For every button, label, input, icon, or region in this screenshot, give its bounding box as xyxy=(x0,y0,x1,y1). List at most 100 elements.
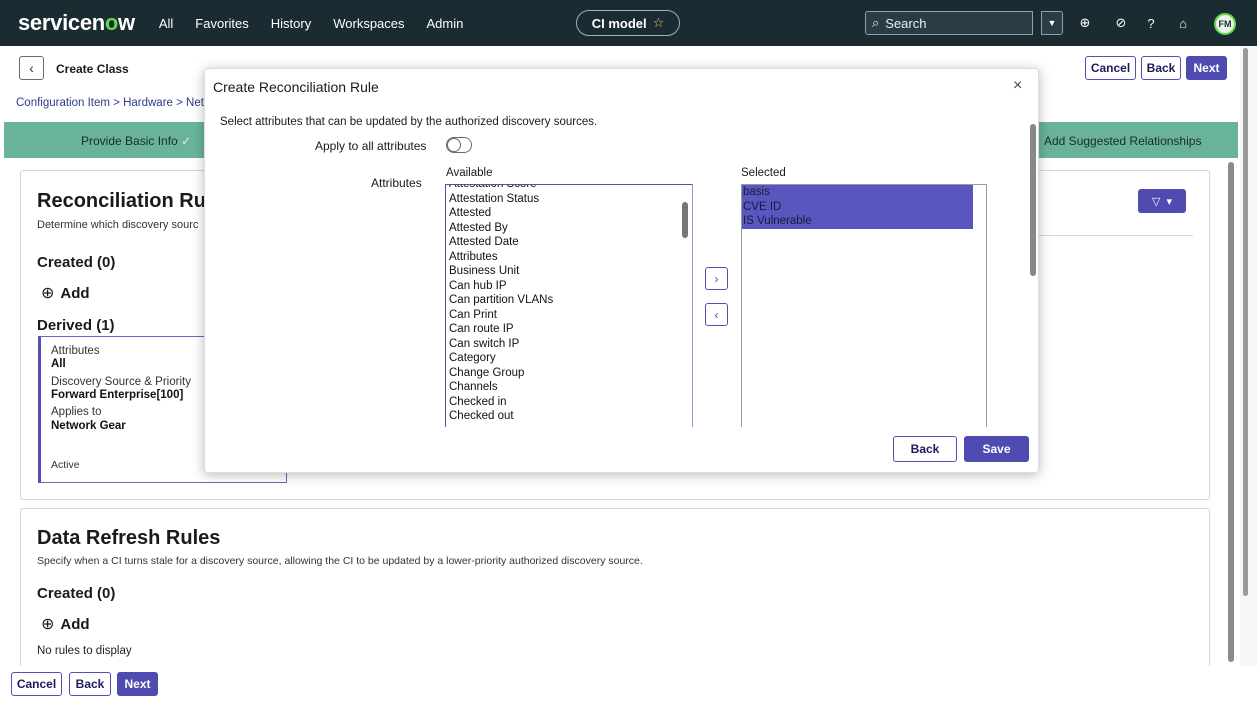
move-left-button[interactable]: ‹ xyxy=(705,303,728,326)
add-data-refresh-button[interactable]: ⊕ Add xyxy=(41,614,90,634)
breadcrumb[interactable]: Configuration Item > Hardware > Net xyxy=(16,97,204,109)
servicenow-logo[interactable]: servicenow xyxy=(18,10,135,36)
rule-attributes-label: Attributes xyxy=(51,345,100,357)
back-button[interactable]: Back xyxy=(1141,56,1181,80)
content-scrollbar[interactable] xyxy=(1228,162,1234,662)
cancel-button[interactable]: Cancel xyxy=(1085,56,1136,80)
add-reconciliation-button[interactable]: ⊕ Add xyxy=(41,283,90,303)
filter-button[interactable]: ▽ ▾ xyxy=(1138,189,1186,213)
available-item[interactable]: Can hub IP xyxy=(449,279,553,294)
nav-all[interactable]: All xyxy=(159,16,173,31)
selected-item[interactable]: CVE ID xyxy=(742,199,973,214)
chevron-left-icon: ‹ xyxy=(29,60,34,76)
add-circle-icon: ⊕ xyxy=(41,616,55,633)
selected-list[interactable]: basis CVE ID IS Vulnerable xyxy=(741,184,987,429)
footer-next-button[interactable]: Next xyxy=(117,672,158,696)
available-item[interactable]: Attested Date xyxy=(449,235,553,250)
nav-workspaces[interactable]: Workspaces xyxy=(333,16,404,31)
dialog-instruction: Select attributes that can be updated by… xyxy=(220,116,598,128)
back-arrow-button[interactable]: ‹ xyxy=(19,56,44,80)
search-placeholder: Search xyxy=(885,15,927,31)
available-item[interactable]: Category xyxy=(449,351,553,366)
nav-favorites[interactable]: Favorites xyxy=(195,16,248,31)
available-item[interactable]: Can switch IP xyxy=(449,337,553,352)
chevron-left-icon: ‹ xyxy=(714,307,719,322)
nav-history[interactable]: History xyxy=(271,16,311,31)
step-label: Provide Basic Info xyxy=(81,134,178,148)
rule-attributes-value: All xyxy=(51,358,66,370)
star-icon[interactable]: ☆ xyxy=(653,15,665,31)
footer-cancel-button[interactable]: Cancel xyxy=(11,672,62,696)
dialog-footer: Back Save xyxy=(205,427,1038,472)
chevron-down-icon: ▾ xyxy=(1166,195,1172,208)
available-item[interactable]: Checked in xyxy=(449,395,553,410)
search-input[interactable]: ⌕ Search xyxy=(865,11,1033,35)
context-pill-label: CI model xyxy=(591,15,647,31)
nav-admin[interactable]: Admin xyxy=(427,16,464,31)
available-item[interactable]: Attested xyxy=(449,206,553,221)
help-icon[interactable]: ? xyxy=(1141,13,1161,33)
dialog-save-button[interactable]: Save xyxy=(964,436,1029,462)
top-navigation: servicenow All Favorites History Workspa… xyxy=(0,0,1257,46)
logo-text: servicen xyxy=(18,10,105,35)
available-item[interactable]: Attestation Status xyxy=(449,192,553,207)
available-item[interactable]: Attributes xyxy=(449,250,553,265)
available-item[interactable]: Can Print xyxy=(449,308,553,323)
selected-item[interactable]: IS Vulnerable xyxy=(742,214,973,229)
rule-source-value: Forward Enterprise[100] xyxy=(51,389,184,401)
page-scrollbar[interactable] xyxy=(1240,46,1257,666)
available-item[interactable]: Channels xyxy=(449,380,553,395)
step-provide-basic-info[interactable]: Provide Basic Info ✓ xyxy=(81,134,191,148)
available-item[interactable]: Can partition VLANs xyxy=(449,293,553,308)
footer-back-button[interactable]: Back xyxy=(69,672,111,696)
chevron-right-icon: › xyxy=(714,271,719,286)
check-icon: ✓ xyxy=(181,134,192,148)
next-button[interactable]: Next xyxy=(1186,56,1227,80)
available-item[interactable]: Change Group xyxy=(449,366,553,381)
context-pill[interactable]: CI model ☆ xyxy=(576,10,680,36)
dialog-back-button[interactable]: Back xyxy=(893,436,957,462)
close-icon[interactable]: × xyxy=(1013,77,1022,95)
data-refresh-title: Data Refresh Rules xyxy=(37,527,221,549)
data-refresh-description: Specify when a CI turns stale for a disc… xyxy=(37,555,643,567)
add-label: Add xyxy=(60,284,90,302)
available-scrollbar[interactable] xyxy=(682,202,688,238)
selected-label: Selected xyxy=(741,167,786,179)
rule-applies-label: Applies to xyxy=(51,406,102,418)
globe-icon[interactable]: ⊕ xyxy=(1075,13,1095,33)
available-item[interactable]: Attestation Score xyxy=(449,185,553,192)
filter-icon: ▽ xyxy=(1152,195,1161,208)
created-heading: Created (0) xyxy=(37,254,116,271)
reconciliation-title: Reconciliation Rule xyxy=(37,190,223,212)
add-circle-icon: ⊕ xyxy=(41,285,55,302)
dialog-title: Create Reconciliation Rule xyxy=(213,79,379,95)
available-item[interactable]: Attested By xyxy=(449,221,553,236)
create-reconciliation-rule-dialog: Create Reconciliation Rule × Select attr… xyxy=(204,68,1039,473)
apply-all-label: Apply to all attributes xyxy=(315,139,427,153)
rule-source-label: Discovery Source & Priority xyxy=(51,376,191,388)
available-item[interactable]: Checked out xyxy=(449,409,553,424)
search-scope-dropdown[interactable]: ▼ xyxy=(1041,11,1063,35)
available-item[interactable]: Business Unit xyxy=(449,264,553,279)
created-heading: Created (0) xyxy=(37,585,116,602)
apply-all-toggle[interactable] xyxy=(446,137,472,153)
step-add-suggested-relationships[interactable]: Add Suggested Relationships xyxy=(1044,134,1201,148)
search-icon: ⌕ xyxy=(872,15,880,30)
available-label: Available xyxy=(446,167,493,179)
page-title: Create Class xyxy=(56,62,129,76)
rule-status: Active xyxy=(51,459,80,471)
avatar[interactable]: FM xyxy=(1214,13,1236,35)
selected-item[interactable]: basis xyxy=(742,185,973,200)
available-item[interactable]: Can route IP xyxy=(449,322,553,337)
bell-icon[interactable]: ⌂ xyxy=(1173,13,1193,33)
attributes-label: Attributes xyxy=(371,176,422,190)
dialog-scrollbar[interactable] xyxy=(1030,124,1036,276)
move-right-button[interactable]: › xyxy=(705,267,728,290)
nav-links: All Favorites History Workspaces Admin xyxy=(159,16,486,31)
rule-applies-value: Network Gear xyxy=(51,420,126,432)
available-list[interactable]: Attestation Score Attestation Status Attes… xyxy=(445,184,693,429)
chat-icon[interactable]: ⊘ xyxy=(1111,13,1131,33)
logo-text-end: w xyxy=(118,10,135,35)
divider xyxy=(1021,235,1193,236)
page-scrollbar-thumb[interactable] xyxy=(1243,48,1248,596)
